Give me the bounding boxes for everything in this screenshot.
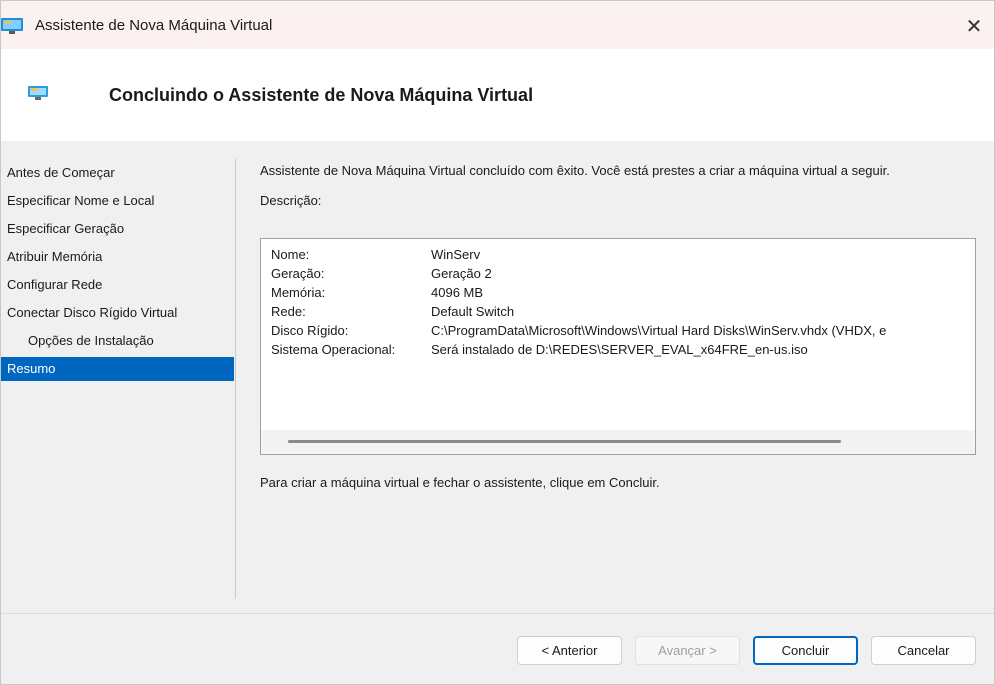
window-title: Assistente de Nova Máquina Virtual xyxy=(35,17,273,34)
summary-row: Disco Rígido: C:\ProgramData\Microsoft\W… xyxy=(271,321,886,340)
finish-instruction: Para criar a máquina virtual e fechar o … xyxy=(260,475,660,490)
summary-key: Disco Rígido: xyxy=(271,323,349,338)
step-nav: Antes de Começar Especificar Nome e Loca… xyxy=(1,159,235,381)
button-bar: < Anterior Avançar > Concluir Cancelar xyxy=(1,613,994,684)
nav-item-opcoes-instalacao[interactable]: Opções de Instalação xyxy=(1,327,235,355)
cancel-button[interactable]: Cancelar xyxy=(871,636,976,665)
nav-divider xyxy=(235,159,236,599)
wizard-content: Antes de Começar Especificar Nome e Loca… xyxy=(1,141,994,613)
description-label: Descrição: xyxy=(260,193,322,208)
finish-button[interactable]: Concluir xyxy=(753,636,858,665)
nav-item-conectar-disco[interactable]: Conectar Disco Rígido Virtual xyxy=(1,299,235,327)
summary-row: Memória: 4096 MB xyxy=(271,283,886,302)
monitor-icon xyxy=(1,18,23,34)
summary-key: Geração: xyxy=(271,266,325,281)
previous-button[interactable]: < Anterior xyxy=(517,636,622,665)
summary-value: C:\ProgramData\Microsoft\Windows\Virtual… xyxy=(431,323,887,338)
monitor-icon xyxy=(28,86,48,100)
summary-value: Default Switch xyxy=(431,304,515,319)
title-bar: Assistente de Nova Máquina Virtual ✕ xyxy=(1,1,994,49)
nav-item-especificar-nome[interactable]: Especificar Nome e Local xyxy=(1,187,235,215)
summary-panel: Assistente de Nova Máquina Virtual concl… xyxy=(260,163,976,490)
summary-value: Será instalado de D:\REDES\SERVER_EVAL_x… xyxy=(431,342,808,357)
scrollbar-thumb[interactable] xyxy=(288,440,841,443)
wizard-window: Assistente de Nova Máquina Virtual ✕ Con… xyxy=(0,0,995,685)
close-icon[interactable]: ✕ xyxy=(952,9,994,43)
summary-value: WinServ xyxy=(431,247,481,262)
nav-item-atribuir-memoria[interactable]: Atribuir Memória xyxy=(1,243,235,271)
summary-row: Rede: Default Switch xyxy=(271,302,886,321)
summary-row: Geração: Geração 2 xyxy=(271,264,886,283)
summary-key: Memória: xyxy=(271,285,326,300)
next-button[interactable]: Avançar > xyxy=(635,636,740,665)
summary-key: Rede: xyxy=(271,304,306,319)
nav-item-configurar-rede[interactable]: Configurar Rede xyxy=(1,271,235,299)
intro-text: Assistente de Nova Máquina Virtual concl… xyxy=(260,163,890,178)
summary-value: 4096 MB xyxy=(431,285,484,300)
wizard-header: Concluindo o Assistente de Nova Máquina … xyxy=(1,49,994,141)
summary-value: Geração 2 xyxy=(431,266,492,281)
summary-key: Sistema Operacional: xyxy=(271,342,396,357)
nav-item-antes-de-comecar[interactable]: Antes de Começar xyxy=(1,159,235,187)
horizontal-scrollbar[interactable] xyxy=(261,430,975,454)
summary-table: Nome: WinServ Geração: Geração 2 Memória… xyxy=(271,245,886,359)
nav-item-especificar-geracao[interactable]: Especificar Geração xyxy=(1,215,235,243)
summary-row: Nome: WinServ xyxy=(271,245,886,264)
summary-key: Nome: xyxy=(271,247,310,262)
summary-box[interactable]: Nome: WinServ Geração: Geração 2 Memória… xyxy=(260,238,976,455)
page-title: Concluindo o Assistente de Nova Máquina … xyxy=(109,85,534,105)
nav-item-resumo[interactable]: Resumo xyxy=(1,357,234,381)
summary-row: Sistema Operacional: Será instalado de D… xyxy=(271,340,886,359)
